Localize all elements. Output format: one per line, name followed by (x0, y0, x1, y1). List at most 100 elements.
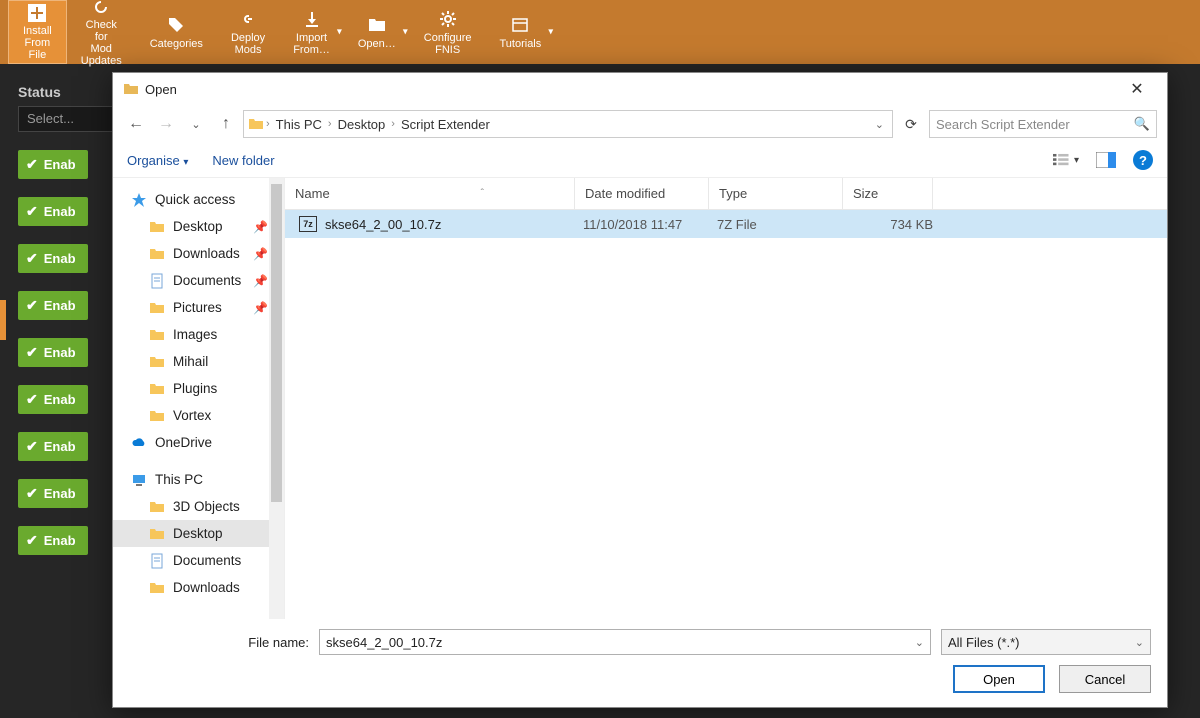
tree-mihail[interactable]: Mihail (113, 348, 284, 375)
tree-label: Mihail (173, 354, 208, 369)
file-row[interactable]: 7zskse64_2_00_10.7z 11/10/2018 11:47 7Z … (285, 210, 1167, 238)
breadcrumb-dropdown[interactable]: ⌄ (871, 118, 888, 131)
search-input[interactable]: Search Script Extender 🔍 (929, 110, 1157, 138)
toolbar-check-for-mod-updates[interactable]: CheckforModUpdates (67, 0, 136, 64)
enable-button[interactable]: ✔Enab (18, 291, 88, 320)
filename-label: File name: (129, 635, 309, 650)
tree-scrollbar[interactable] (269, 178, 284, 619)
refresh-button[interactable]: ⟳ (897, 110, 925, 138)
column-name[interactable]: Nameˆ (285, 178, 575, 209)
tree-onedrive[interactable]: OneDrive (113, 429, 284, 456)
up-button[interactable]: ↑ (213, 111, 239, 137)
check-icon: ✔ (26, 391, 38, 408)
folder-open-icon (123, 81, 139, 97)
help-button[interactable]: ? (1133, 150, 1153, 170)
file-size: 734 KB (843, 217, 933, 232)
archive-icon: 7z (299, 216, 317, 232)
crumb-this-pc[interactable]: This PC (272, 117, 326, 132)
toolbar-tutorials[interactable]: Tutorials ▾ (485, 0, 555, 64)
tree-label: Downloads (173, 246, 240, 261)
tree-label: Vortex (173, 408, 211, 423)
enable-button[interactable]: ✔Enab (18, 385, 88, 414)
refresh-icon (91, 0, 111, 16)
search-icon: 🔍 (1134, 116, 1150, 132)
toolbar-label: DeployMods (231, 32, 265, 56)
tree-label: Downloads (173, 580, 240, 595)
column-size[interactable]: Size (843, 178, 933, 209)
column-type[interactable]: Type (709, 178, 843, 209)
tree-label: Images (173, 327, 217, 342)
tree-downloads[interactable]: Downloads 📌 (113, 240, 284, 267)
back-button[interactable]: ← (123, 111, 149, 137)
forward-button[interactable]: → (153, 111, 179, 137)
close-button[interactable]: ✕ (1117, 73, 1157, 105)
toolbar-open-[interactable]: Open… ▾ (344, 0, 410, 64)
file-date: 11/10/2018 11:47 (575, 217, 709, 232)
enable-button[interactable]: ✔Enab (18, 150, 88, 179)
breadcrumb[interactable]: › This PC›Desktop›Script Extender⌄ (243, 110, 893, 138)
crumb-desktop[interactable]: Desktop (334, 117, 390, 132)
preview-pane-button[interactable] (1093, 149, 1119, 171)
enable-button[interactable]: ✔Enab (18, 244, 88, 273)
file-type-filter[interactable]: All Files (*.*) ⌄ (941, 629, 1151, 655)
tree-documents[interactable]: Documents (113, 547, 284, 574)
pin-icon: 📌 (253, 220, 268, 234)
star-icon (131, 192, 147, 208)
dialog-title: Open (145, 82, 177, 97)
caret-down-icon: ▾ (548, 27, 553, 38)
enable-button[interactable]: ✔Enab (18, 479, 88, 508)
cancel-button[interactable]: Cancel (1059, 665, 1151, 693)
chevron-right-icon: › (391, 118, 395, 130)
chevron-right-icon: › (266, 118, 270, 130)
tree-images[interactable]: Images (113, 321, 284, 348)
cloud-icon (131, 435, 147, 451)
column-date[interactable]: Date modified (575, 178, 709, 209)
organise-menu[interactable]: Organise ▾ (127, 153, 188, 168)
enable-button[interactable]: ✔Enab (18, 432, 88, 461)
file-name: skse64_2_00_10.7z (325, 217, 441, 232)
recent-locations-button[interactable]: ⌄ (183, 111, 209, 137)
dialog-tools: Organise ▾ New folder ▾ ? (113, 143, 1167, 177)
tree-label: Plugins (173, 381, 217, 396)
chevron-down-icon: ⌄ (915, 636, 924, 649)
toolbar-configure-fnis[interactable]: ConfigureFNIS (410, 0, 486, 64)
new-folder-button[interactable]: New folder (212, 153, 274, 168)
toolbar-install-from-file[interactable]: InstallFromFile (8, 0, 67, 64)
status-select[interactable]: Select... (18, 106, 118, 132)
crumb-script-extender[interactable]: Script Extender (397, 117, 494, 132)
tree-quick-access[interactable]: Quick access (113, 186, 284, 213)
toolbar-import-from-[interactable]: ImportFrom… ▾ (279, 0, 344, 64)
tree-plugins[interactable]: Plugins (113, 375, 284, 402)
doc-icon (149, 273, 165, 289)
enable-button[interactable]: ✔Enab (18, 526, 88, 555)
plus-icon (27, 4, 47, 22)
filename-input[interactable]: skse64_2_00_10.7z ⌄ (319, 629, 931, 655)
enable-button[interactable]: ✔Enab (18, 197, 88, 226)
toolbar-categories[interactable]: Categories (136, 0, 217, 64)
folder-icon (149, 246, 165, 262)
folder-icon (149, 526, 165, 542)
view-options-button[interactable]: ▾ (1053, 149, 1079, 171)
open-button[interactable]: Open (953, 665, 1045, 693)
doc-icon (149, 553, 165, 569)
enable-button[interactable]: ✔Enab (18, 338, 88, 367)
tree-vortex[interactable]: Vortex (113, 402, 284, 429)
toolbar-label: ImportFrom… (293, 32, 330, 56)
folder-icon (149, 381, 165, 397)
caret-down-icon: ▾ (337, 27, 342, 38)
tree-desktop[interactable]: Desktop 📌 (113, 213, 284, 240)
selection-indicator (0, 300, 6, 340)
tree-3d-objects[interactable]: 3D Objects (113, 493, 284, 520)
folder-icon (149, 580, 165, 596)
toolbar-deploy-mods[interactable]: DeployMods (217, 0, 279, 64)
tree-downloads[interactable]: Downloads (113, 574, 284, 601)
tree-this-pc[interactable]: This PC (113, 466, 284, 493)
tree-pictures[interactable]: Pictures 📌 (113, 294, 284, 321)
tree-scroll-thumb[interactable] (271, 184, 282, 502)
open-file-dialog: Open ✕ ← → ⌄ ↑ › This PC›Desktop›Script … (112, 72, 1168, 708)
folder-icon (149, 354, 165, 370)
tree-label: Documents (173, 273, 241, 288)
chevron-right-icon: › (328, 118, 332, 130)
tree-desktop[interactable]: Desktop (113, 520, 284, 547)
tree-documents[interactable]: Documents 📌 (113, 267, 284, 294)
